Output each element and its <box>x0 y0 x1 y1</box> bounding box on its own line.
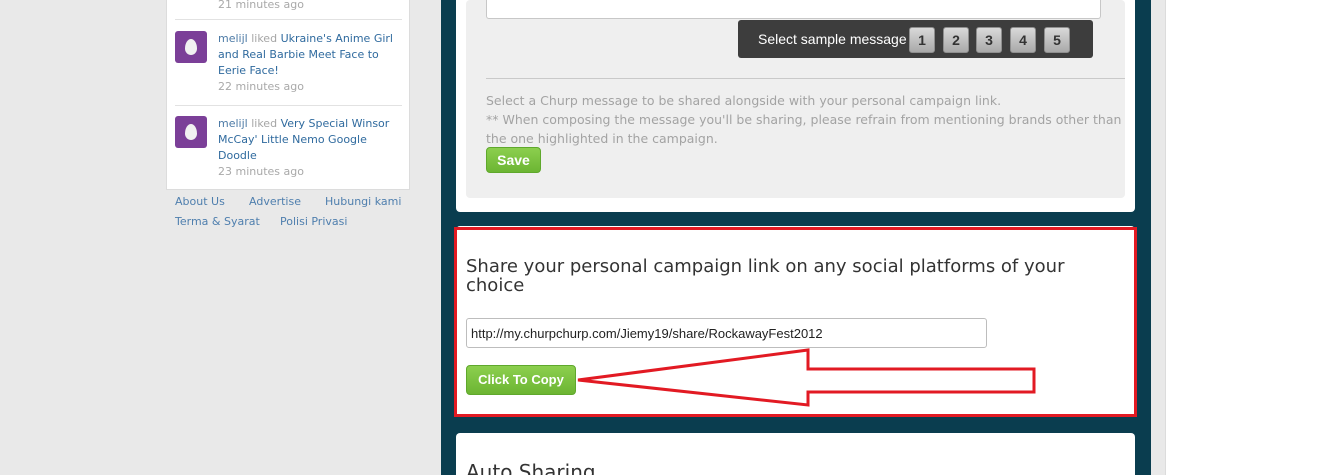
feed-divider <box>175 19 402 20</box>
help-line-1: Select a Churp message to be shared alon… <box>486 93 1002 108</box>
campaign-link-input[interactable] <box>466 318 987 348</box>
egg-icon <box>185 39 197 55</box>
compose-card: Select sample message 1 2 3 4 5 Select a… <box>456 0 1135 212</box>
sample-button-4[interactable]: 4 <box>1010 27 1036 53</box>
sample-button-3[interactable]: 3 <box>976 27 1002 53</box>
sample-message-bar: Select sample message 1 2 3 4 5 <box>738 20 1093 58</box>
click-to-copy-button[interactable]: Click To Copy <box>466 365 576 395</box>
feed-item-time: 21 minutes ago <box>218 0 304 11</box>
feed-divider <box>175 105 402 106</box>
auto-sharing-card: Auto Sharing <box>456 433 1135 475</box>
advertise-link[interactable]: Advertise <box>249 195 301 208</box>
save-button[interactable]: Save <box>486 147 541 173</box>
feed-item-text: melijl liked Ukraine's Anime Girl and Re… <box>218 31 398 95</box>
about-us-link[interactable]: About Us <box>175 195 225 208</box>
auto-sharing-title: Auto Sharing <box>466 460 596 475</box>
share-title: Share your personal campaign link on any… <box>466 256 1065 296</box>
sample-button-2[interactable]: 2 <box>943 27 969 53</box>
sample-message-label: Select sample message <box>758 31 907 47</box>
help-line-2: ** When composing the message you'll be … <box>486 112 1122 146</box>
privacy-link[interactable]: Polisi Privasi <box>280 215 347 228</box>
sample-button-1[interactable]: 1 <box>909 27 935 53</box>
feed-item-text: melijl liked Very Special Winsor McCay' … <box>218 116 398 180</box>
feed-item-time: 23 minutes ago <box>218 165 304 178</box>
activity-feed: 21 minutes ago melijl liked Ukraine's An… <box>166 0 410 190</box>
avatar[interactable] <box>175 31 207 63</box>
feed-item-time: 22 minutes ago <box>218 80 304 93</box>
feed-item-verb: liked <box>251 32 278 45</box>
sample-button-5[interactable]: 5 <box>1044 27 1070 53</box>
egg-icon <box>185 124 197 140</box>
compose-panel: Select sample message 1 2 3 4 5 Select a… <box>466 0 1125 198</box>
compose-help-text: Select a Churp message to be shared alon… <box>486 91 1126 148</box>
divider <box>486 78 1125 79</box>
feed-item-verb: liked <box>251 117 278 130</box>
right-sidebar <box>1165 0 1336 475</box>
message-textarea[interactable] <box>486 0 1101 19</box>
share-card: Share your personal campaign link on any… <box>456 226 1135 416</box>
avatar[interactable] <box>175 116 207 148</box>
contact-link[interactable]: Hubungi kami <box>325 195 401 208</box>
feed-item-user[interactable]: melijl <box>218 32 248 45</box>
terms-link[interactable]: Terma & Syarat <box>175 215 260 228</box>
feed-item-user[interactable]: melijl <box>218 117 248 130</box>
